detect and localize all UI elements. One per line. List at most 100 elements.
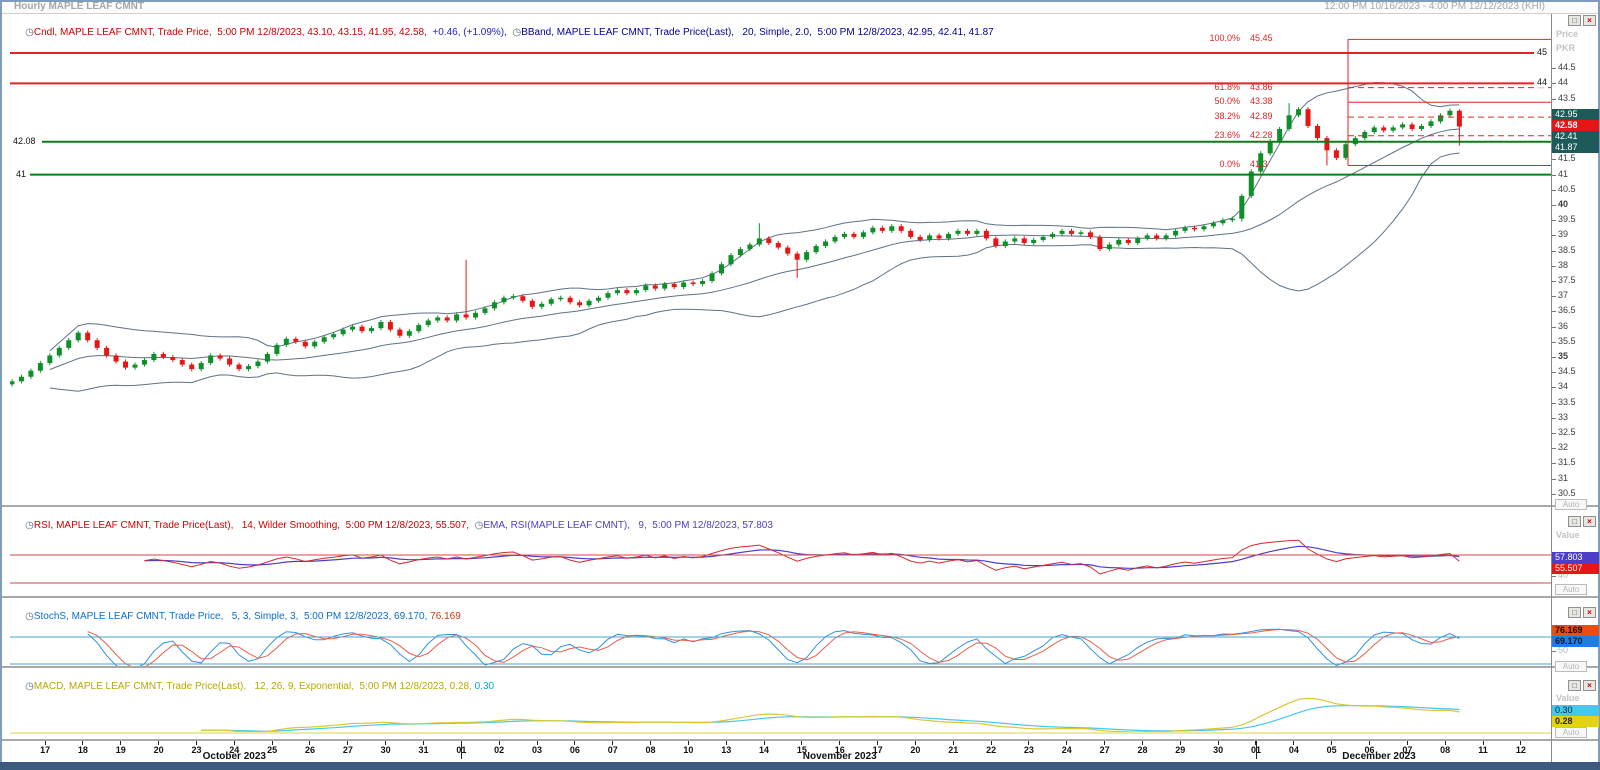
- fib-level-pct: 38.2%: [1176, 111, 1240, 122]
- price-axis-tick-mark: [1552, 281, 1556, 282]
- price-badge: 42.58: [1552, 120, 1599, 131]
- price-axis-tick-mark: [1552, 387, 1556, 388]
- panel-separator[interactable]: [0, 505, 1600, 507]
- date-tick: 23: [1017, 745, 1041, 755]
- indicator-clock-icon: ◷: [512, 27, 521, 38]
- price-axis-tick: 30.5: [1558, 488, 1576, 499]
- price-axis-tick: 38: [1558, 260, 1568, 271]
- price-axis-tick: 39: [1558, 229, 1568, 240]
- restore-icon[interactable]: □: [1568, 15, 1581, 26]
- price-axis-tick-mark: [1552, 296, 1556, 297]
- date-tick: 14: [752, 745, 776, 755]
- price-axis-title: Price: [1556, 29, 1578, 39]
- price-axis-tick: 35: [1558, 351, 1568, 362]
- price-axis-tick-mark: [1552, 220, 1556, 221]
- bottom-bar: [0, 762, 1600, 770]
- macd-axis-title: Value: [1556, 693, 1580, 703]
- price-axis-tick-mark: [1552, 342, 1556, 343]
- date-tick: 12: [1509, 745, 1533, 755]
- price-axis-tick: 37: [1558, 290, 1568, 301]
- price-axis-tick: 33.5: [1558, 397, 1576, 408]
- restore-icon[interactable]: □: [1568, 516, 1581, 527]
- month-label: December 2023: [1324, 751, 1434, 762]
- price-axis-tick-mark: [1552, 479, 1556, 480]
- price-axis-tick: 44.5: [1558, 62, 1576, 73]
- price-axis-tick: 36.5: [1558, 305, 1576, 316]
- price-axis-tick: 41: [1558, 169, 1568, 180]
- price-axis-tick-mark: [1552, 463, 1556, 464]
- price-axis-tick: 31: [1558, 473, 1568, 484]
- legend-cndl[interactable]: Cndl, MAPLE LEAF CMNT, Trade Price, 5:00…: [34, 27, 433, 38]
- rsi-axis-tick-mark: [1552, 576, 1556, 577]
- panel-separator[interactable]: [0, 666, 1600, 668]
- price-axis-tick-mark: [1552, 403, 1556, 404]
- indicator-clock-icon: ◷: [25, 611, 34, 622]
- close-icon[interactable]: ×: [1583, 607, 1596, 618]
- price-axis-tick: 40: [1558, 199, 1568, 210]
- price-axis-tick-mark: [1552, 83, 1556, 84]
- auto-scale-button[interactable]: Auto: [1555, 499, 1587, 510]
- date-tick: 17: [33, 745, 57, 755]
- hline-price-label: 41: [16, 169, 26, 180]
- fib-level-value: 42.28: [1250, 130, 1273, 141]
- close-icon[interactable]: ×: [1583, 15, 1596, 26]
- title-separator: [0, 13, 1600, 14]
- legend-rsi-ema[interactable]: EMA, RSI(MAPLE LEAF CMNT), 9, 5:00 PM 12…: [483, 520, 773, 531]
- legend-rsi[interactable]: RSI, MAPLE LEAF CMNT, Trade Price(Last),…: [34, 520, 475, 531]
- macd-value-badge: 0.30: [1552, 705, 1599, 716]
- fib-level-value: 42.89: [1250, 111, 1273, 122]
- price-axis-tick: 41.5: [1558, 153, 1576, 164]
- close-icon[interactable]: ×: [1583, 516, 1596, 527]
- price-axis-tick: 39.5: [1558, 214, 1576, 225]
- date-tick: 20: [903, 745, 927, 755]
- rsi-value-badge: 57.803: [1552, 552, 1599, 563]
- date-tick: 19: [109, 745, 133, 755]
- date-tick: 26: [298, 745, 322, 755]
- date-tick: 10: [676, 745, 700, 755]
- date-tick: 20: [147, 745, 171, 755]
- fib-level-pct: 100.0%: [1176, 33, 1240, 44]
- price-badge: 42.95: [1552, 109, 1599, 120]
- fib-level-pct: 0.0%: [1176, 159, 1240, 170]
- auto-scale-button[interactable]: Auto: [1555, 584, 1587, 595]
- fib-level-value: 45.45: [1250, 33, 1273, 44]
- page-title: Hourly MAPLE LEAF CMNT: [14, 1, 144, 12]
- price-axis-tick-mark: [1552, 433, 1556, 434]
- date-tick: 27: [336, 745, 360, 755]
- price-axis-tick: 31.5: [1558, 457, 1576, 468]
- legend-change: +0.46, (+1.09%),: [432, 27, 512, 38]
- legend-bband[interactable]: BBand, MAPLE LEAF CMNT, Trade Price(Last…: [521, 27, 993, 38]
- indicator-clock-icon: ◷: [25, 27, 34, 38]
- date-tick: 28: [1130, 745, 1154, 755]
- stoch-axis-tick-mark: [1552, 651, 1556, 652]
- restore-icon[interactable]: □: [1568, 680, 1581, 691]
- date-tick: 11: [1471, 745, 1495, 755]
- date-tick: 02: [487, 745, 511, 755]
- month-label: October 2023: [179, 751, 289, 762]
- date-tick: 07: [601, 745, 625, 755]
- price-axis-tick-mark: [1552, 159, 1556, 160]
- price-axis-tick-mark: [1552, 235, 1556, 236]
- auto-scale-button[interactable]: Auto: [1555, 661, 1587, 672]
- legend-macd-signal: 0.30: [475, 681, 494, 692]
- date-tick: 30: [1206, 745, 1230, 755]
- restore-icon[interactable]: □: [1568, 607, 1581, 618]
- legend-stochs[interactable]: StochS, MAPLE LEAF CMNT, Trade Price, 5,…: [34, 611, 430, 622]
- price-badge: 42.41: [1552, 131, 1599, 142]
- date-tick: 21: [941, 745, 965, 755]
- macd-value-badge: 0.28: [1552, 716, 1599, 727]
- price-axis-tick: 34: [1558, 381, 1568, 392]
- date-tick: 27: [1093, 745, 1117, 755]
- stoch-panel-legend: ◷StochS, MAPLE LEAF CMNT, Trade Price, 5…: [14, 600, 461, 613]
- legend-macd[interactable]: MACD, MAPLE LEAF CMNT, Trade Price(Last)…: [34, 681, 475, 692]
- title-bar: Hourly MAPLE LEAF CMNT 12:00 PM 10/16/20…: [0, 0, 1600, 14]
- close-icon[interactable]: ×: [1583, 680, 1596, 691]
- panel-separator[interactable]: [0, 596, 1600, 598]
- auto-scale-button[interactable]: Auto: [1555, 727, 1587, 738]
- date-tick: 08: [1433, 745, 1457, 755]
- price-axis-tick-mark: [1552, 205, 1556, 206]
- price-axis-tick: 32: [1558, 442, 1568, 453]
- indicator-clock-icon: ◷: [25, 520, 34, 531]
- price-axis-tick: 34.5: [1558, 366, 1576, 377]
- rsi-panel-legend: ◷RSI, MAPLE LEAF CMNT, Trade Price(Last)…: [14, 509, 773, 522]
